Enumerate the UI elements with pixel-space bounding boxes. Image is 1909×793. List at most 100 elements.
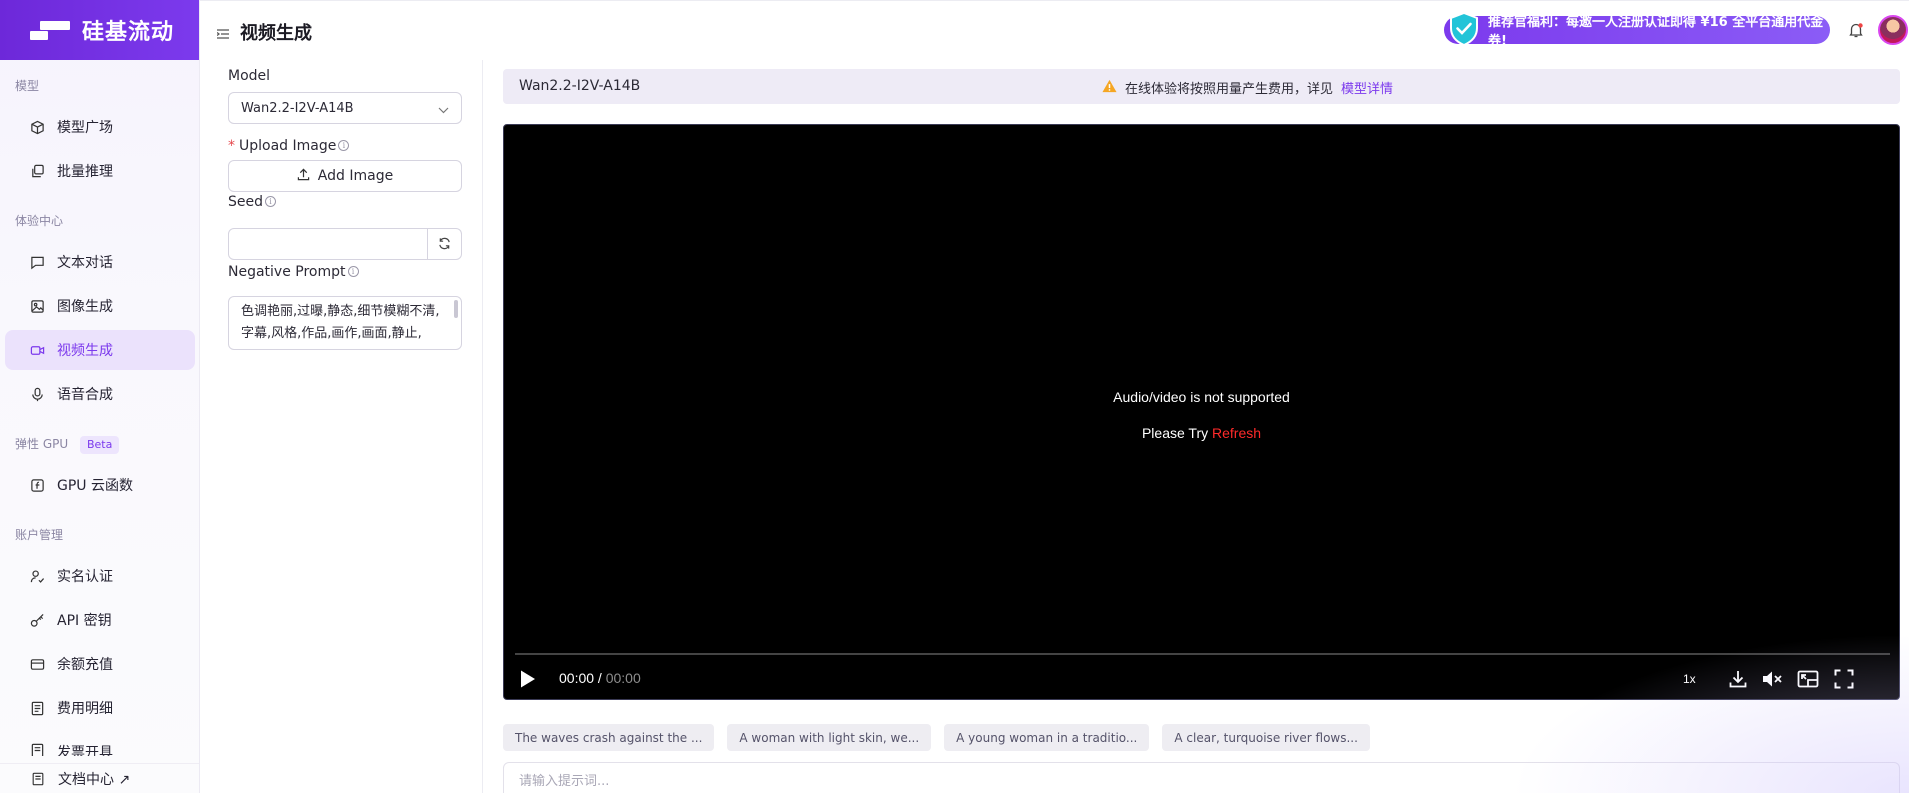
brand-logo[interactable]: 硅基流动 (0, 0, 199, 60)
sidebar-item-text-chat[interactable]: 文本对话 (5, 242, 195, 282)
upload-image-label: * Upload Image i (228, 138, 350, 154)
referral-promo-banner[interactable]: 推荐官福利：每邀一人注册认证即得 ¥16 全平台通用代金券! (1444, 11, 1830, 49)
suggestion-chip[interactable]: The waves crash against the ... (503, 724, 715, 751)
usage-notice: 在线体验将按照用量产生费用，详见 模型详情 (1102, 78, 1393, 97)
random-seed-button[interactable] (428, 228, 462, 260)
mute-icon[interactable] (1761, 669, 1783, 693)
mic-icon (29, 386, 45, 402)
sidebar-item-label: 语音合成 (57, 387, 113, 403)
nav-group-title-account: 账户管理 (15, 528, 64, 542)
sidebar-item-invoice[interactable]: 发票开具 (5, 732, 195, 756)
sidebar-item-recharge[interactable]: 余额充值 (5, 644, 195, 684)
sidebar-item-image-gen[interactable]: 图像生成 (5, 286, 195, 326)
promo-text: 推荐官福利：每邀一人注册认证即得 ¥16 全平台通用代金券! (1488, 15, 1824, 49)
model-label: Model (228, 68, 271, 84)
time-separator: / (594, 670, 606, 686)
sidebar-item-label: 余额充值 (57, 657, 113, 673)
model-name: Wan2.2-I2V-A14B (519, 78, 641, 94)
upload-icon (297, 168, 310, 185)
generation-form-panel: Model Wan2.2-I2V-A14B * Upload Image i Add… (200, 60, 483, 793)
prompt-input[interactable] (504, 763, 1899, 793)
model-select-value: Wan2.2-I2V-A14B (241, 100, 354, 116)
sidebar-item-batch-inference[interactable]: 批量推理 (5, 151, 195, 191)
refresh-link[interactable]: Refresh (1212, 425, 1261, 441)
sidebar-item-model-square[interactable]: 模型广场 (5, 107, 195, 147)
document-icon (30, 771, 46, 787)
cube-icon (29, 119, 45, 135)
sidebar: 硅基流动 模型 模型广场 批量推理 体验中心 文本对话 图像生成 视频生成 语音… (0, 0, 200, 793)
chat-icon (29, 254, 45, 270)
function-icon (29, 477, 45, 493)
duration: 00:00 (605, 670, 641, 686)
textarea-scrollbar[interactable] (454, 300, 458, 318)
sidebar-item-label: 费用明细 (57, 701, 113, 717)
progress-bar[interactable] (515, 653, 1890, 655)
player-retry-message: Please Try Refresh (504, 425, 1899, 441)
sidebar-item-label: API 密钥 (57, 613, 112, 629)
sidebar-item-label: 实名认证 (57, 569, 113, 585)
invoice-icon (29, 742, 45, 756)
sidebar-item-billing[interactable]: 费用明细 (5, 688, 195, 728)
chevron-down-icon (438, 103, 449, 118)
info-icon[interactable]: i (347, 266, 359, 277)
model-details-link[interactable]: 模型详情 (1341, 78, 1393, 97)
image-icon (29, 298, 45, 314)
layers-icon (29, 163, 45, 179)
picture-in-picture-icon[interactable] (1797, 669, 1819, 693)
nav-group-title-playground: 体验中心 (15, 214, 64, 228)
menu-collapse-icon[interactable] (216, 24, 229, 43)
sidebar-item-label: 模型广场 (57, 120, 113, 136)
sidebar-item-speech-synthesis[interactable]: 语音合成 (5, 374, 195, 414)
playback-speed-button[interactable]: 1x (1683, 672, 1696, 686)
key-icon (29, 612, 45, 628)
play-icon[interactable] (519, 669, 537, 693)
sidebar-item-real-name[interactable]: 实名认证 (5, 556, 195, 596)
fullscreen-icon[interactable] (1834, 669, 1854, 693)
seed-input[interactable] (228, 228, 428, 260)
sidebar-item-label: 视频生成 (57, 343, 113, 359)
user-check-icon (29, 568, 45, 584)
shield-check-icon (1444, 9, 1484, 53)
suggestion-chip[interactable]: A young woman in a traditio... (944, 724, 1150, 751)
upload-image-label-text: Upload Image (239, 138, 337, 154)
suggestion-chip[interactable]: A woman with light skin, we... (727, 724, 932, 751)
video-player[interactable]: Audio/video is not supported Please Try … (503, 124, 1900, 700)
seed-label-text: Seed (228, 194, 263, 210)
video-icon (29, 342, 45, 358)
sidebar-item-gpu-functions[interactable]: GPU 云函数 (5, 465, 195, 505)
model-info-bar: Wan2.2-I2V-A14B 在线体验将按照用量产生费用，详见 模型详情 (503, 69, 1900, 104)
refresh-icon (438, 235, 451, 254)
sidebar-item-video-gen[interactable]: 视频生成 (5, 330, 195, 370)
negative-prompt-value: 色调艳丽,过曝,静态,细节模糊不清,字幕,风格,作品,画作,画面,静止, (241, 304, 440, 341)
download-icon[interactable] (1728, 669, 1748, 693)
usage-notice-text: 在线体验将按照用量产生费用，详见 (1125, 82, 1334, 97)
add-image-button[interactable]: Add Image (228, 160, 462, 192)
prompt-input-box (503, 762, 1900, 793)
sidebar-item-label: GPU 云函数 (57, 478, 133, 494)
time-display: 00:00 / 00:00 (559, 670, 641, 686)
notification-bell-icon[interactable] (1848, 22, 1864, 42)
logo-mark-icon (30, 19, 72, 41)
receipt-icon (29, 700, 45, 716)
nav-group-title-text: 弹性 GPU (15, 437, 69, 451)
required-mark: * (228, 138, 235, 154)
info-icon[interactable]: i (265, 196, 276, 207)
seed-field-group (228, 228, 462, 260)
sidebar-docs-link[interactable]: 文档中心 ↗ (0, 763, 199, 793)
user-avatar[interactable] (1878, 15, 1908, 45)
nav-group-title-models: 模型 (15, 79, 40, 93)
suggestion-chip[interactable]: A clear, turquoise river flows... (1162, 724, 1370, 751)
sidebar-item-api-keys[interactable]: API 密钥 (5, 600, 195, 640)
player-error-message: Audio/video is not supported (1113, 389, 1290, 405)
docs-label: 文档中心 ↗ (58, 771, 131, 788)
sidebar-item-label: 文本对话 (57, 255, 113, 271)
seed-label: Seed i (228, 194, 276, 210)
warning-icon (1102, 79, 1117, 97)
sidebar-item-label: 图像生成 (57, 299, 113, 315)
negative-prompt-textarea[interactable]: 色调艳丽,过曝,静态,细节模糊不清,字幕,风格,作品,画作,画面,静止, (228, 296, 462, 350)
info-icon[interactable]: i (338, 140, 350, 151)
retry-prefix: Please Try (1141, 425, 1212, 441)
page-title: 视频生成 (240, 23, 312, 44)
model-select[interactable]: Wan2.2-I2V-A14B (228, 92, 462, 124)
current-time: 00:00 (559, 670, 595, 686)
